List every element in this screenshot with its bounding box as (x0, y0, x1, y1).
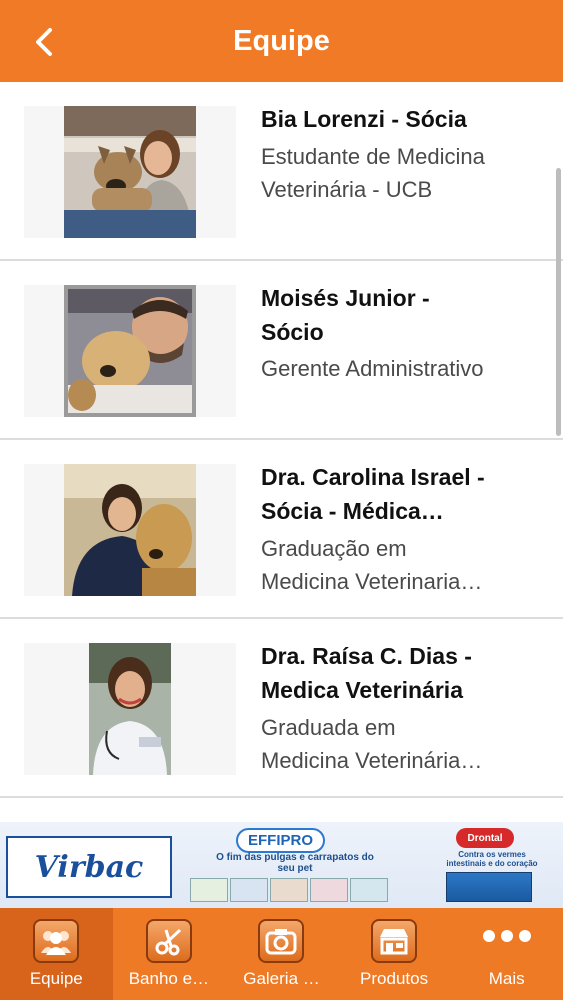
member-role-line: Graduada em (261, 715, 396, 740)
tab-galeria[interactable]: Galeria … (225, 908, 338, 1000)
camera-icon (258, 919, 305, 963)
member-role-line: Estudante de Medicina (261, 144, 485, 169)
member-photo (64, 285, 196, 417)
member-name-line: Dra. Carolina Israel - (261, 464, 485, 490)
list-item[interactable]: Bia Lorenzi - Sócia Estudante de Medicin… (0, 82, 563, 261)
member-role-line: Gerente Administrativo (261, 356, 484, 381)
member-name-line: Moisés Junior - (261, 285, 430, 311)
back-button[interactable] (26, 22, 62, 62)
member-photo (89, 643, 171, 775)
scissors-icon (145, 919, 192, 963)
more-dots-icon (482, 930, 531, 963)
member-role-line: Medicina Veterinaria… (261, 569, 483, 594)
top-nav-bar: Equipe (0, 0, 563, 82)
tab-produtos[interactable]: Produtos (338, 908, 451, 1000)
team-list[interactable]: Bia Lorenzi - Sócia Estudante de Medicin… (0, 82, 563, 822)
page-title: Equipe (233, 24, 330, 57)
thumbnail-container (24, 285, 236, 417)
thumbnail-container (24, 643, 236, 775)
member-role-line: Veterinária - UCB (261, 177, 433, 202)
tab-label: Mais (488, 969, 525, 988)
drontal-box (446, 872, 532, 902)
tab-label: Banho e… (128, 969, 210, 988)
chevron-left-icon (36, 28, 52, 56)
list-item[interactable]: Moisés Junior - Sócio Gerente Administra… (0, 261, 563, 440)
virbac-logo: Virbac (6, 836, 172, 898)
scrollbar[interactable] (556, 168, 561, 436)
tab-banho[interactable]: Banho e… (113, 908, 226, 1000)
drontal-logo: Drontal (456, 828, 514, 848)
tab-equipe[interactable]: Equipe (0, 908, 113, 1000)
thumbnail-container (24, 106, 236, 238)
store-icon (371, 919, 418, 963)
list-item[interactable]: Dra. Carolina Israel - Sócia - Médica… G… (0, 440, 563, 619)
member-name-line: Sócia - Médica… (261, 498, 444, 524)
tab-label: Produtos (360, 969, 429, 988)
list-item[interactable]: Dra. Raísa C. Dias - Medica Veterinária … (0, 619, 563, 798)
member-photo (64, 464, 196, 596)
member-name-line: Medica Veterinária (261, 677, 463, 703)
member-photo (64, 106, 196, 238)
ad-banner[interactable]: Virbac EFFIPRO O fim das pulgas e carrap… (0, 822, 563, 908)
team-icon (33, 919, 80, 963)
product-boxes (190, 878, 390, 902)
effipro-logo: EFFIPRO (236, 828, 326, 853)
thumbnail-container (24, 464, 236, 596)
drontal-tagline: Contra os vermes intestinais e do coraçã… (446, 850, 538, 868)
member-role-line: Medicina Veterinária… (261, 748, 483, 773)
member-name-line: Dra. Raísa C. Dias - (261, 643, 472, 669)
tab-label: Galeria … (243, 969, 320, 988)
member-role-line: Graduação em (261, 536, 407, 561)
effipro-tagline: O fim das pulgas e carrapatos do seu pet (216, 852, 374, 874)
bottom-tab-bar: Equipe Banho e… Galeria … Produtos Mais (0, 908, 563, 1000)
member-name: Bia Lorenzi - Sócia (261, 106, 467, 132)
tab-mais[interactable]: Mais (450, 908, 563, 1000)
tab-label: Equipe (29, 969, 83, 988)
member-name-line: Sócio (261, 319, 324, 345)
